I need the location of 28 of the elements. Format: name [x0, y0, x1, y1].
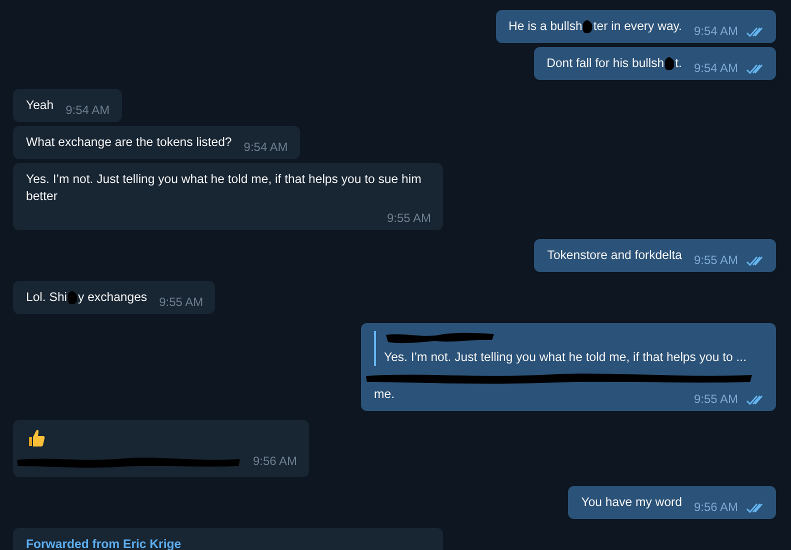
- redaction-mark: [664, 57, 676, 71]
- message-text: t.: [675, 55, 682, 72]
- message-text: Yes. I’m not. Just telling you what he told me, if that helps you to sue him better: [26, 171, 422, 205]
- message-text: Lol. Shi: [26, 289, 68, 306]
- quoted-text: Yes. I’m not. Just telling you what he told me, if that helps you to ...: [384, 349, 748, 366]
- message-time: 9:55 AM: [386, 210, 431, 227]
- message-text: He is a bullsh: [508, 18, 582, 35]
- message-text: y exchanges: [78, 289, 148, 306]
- message-time: 9:55 AM: [159, 294, 204, 311]
- message-time: 9:55 AM: [694, 391, 738, 408]
- message-text: Dont fall for his bullsh: [546, 55, 664, 72]
- redaction-mark: [582, 20, 594, 34]
- message-text: You have my word: [581, 494, 682, 511]
- thumbs-up-icon: [26, 428, 46, 448]
- message-time: 9:56 AM: [694, 499, 738, 516]
- message-time: 9:54 AM: [66, 102, 110, 119]
- message-time: 9:56 AM: [253, 453, 298, 470]
- message-text: ter in every way.: [593, 18, 682, 35]
- redaction-mark: [67, 291, 78, 305]
- message-text: me.: [374, 386, 394, 403]
- message-text: Tokenstore and forkdelta: [547, 247, 682, 264]
- message-time: 9:55 AM: [694, 252, 738, 269]
- message-time: 9:54 AM: [694, 60, 738, 77]
- reply-quote[interactable]: Yes. I’m not. Just telling you what he told me, if that helps you to ...: [374, 331, 764, 366]
- message-text: What exchange are the tokens listed?: [26, 134, 232, 151]
- message-text: Yeah: [26, 97, 54, 114]
- message-time: 9:54 AM: [694, 23, 738, 40]
- message-time: 9:54 AM: [244, 139, 288, 156]
